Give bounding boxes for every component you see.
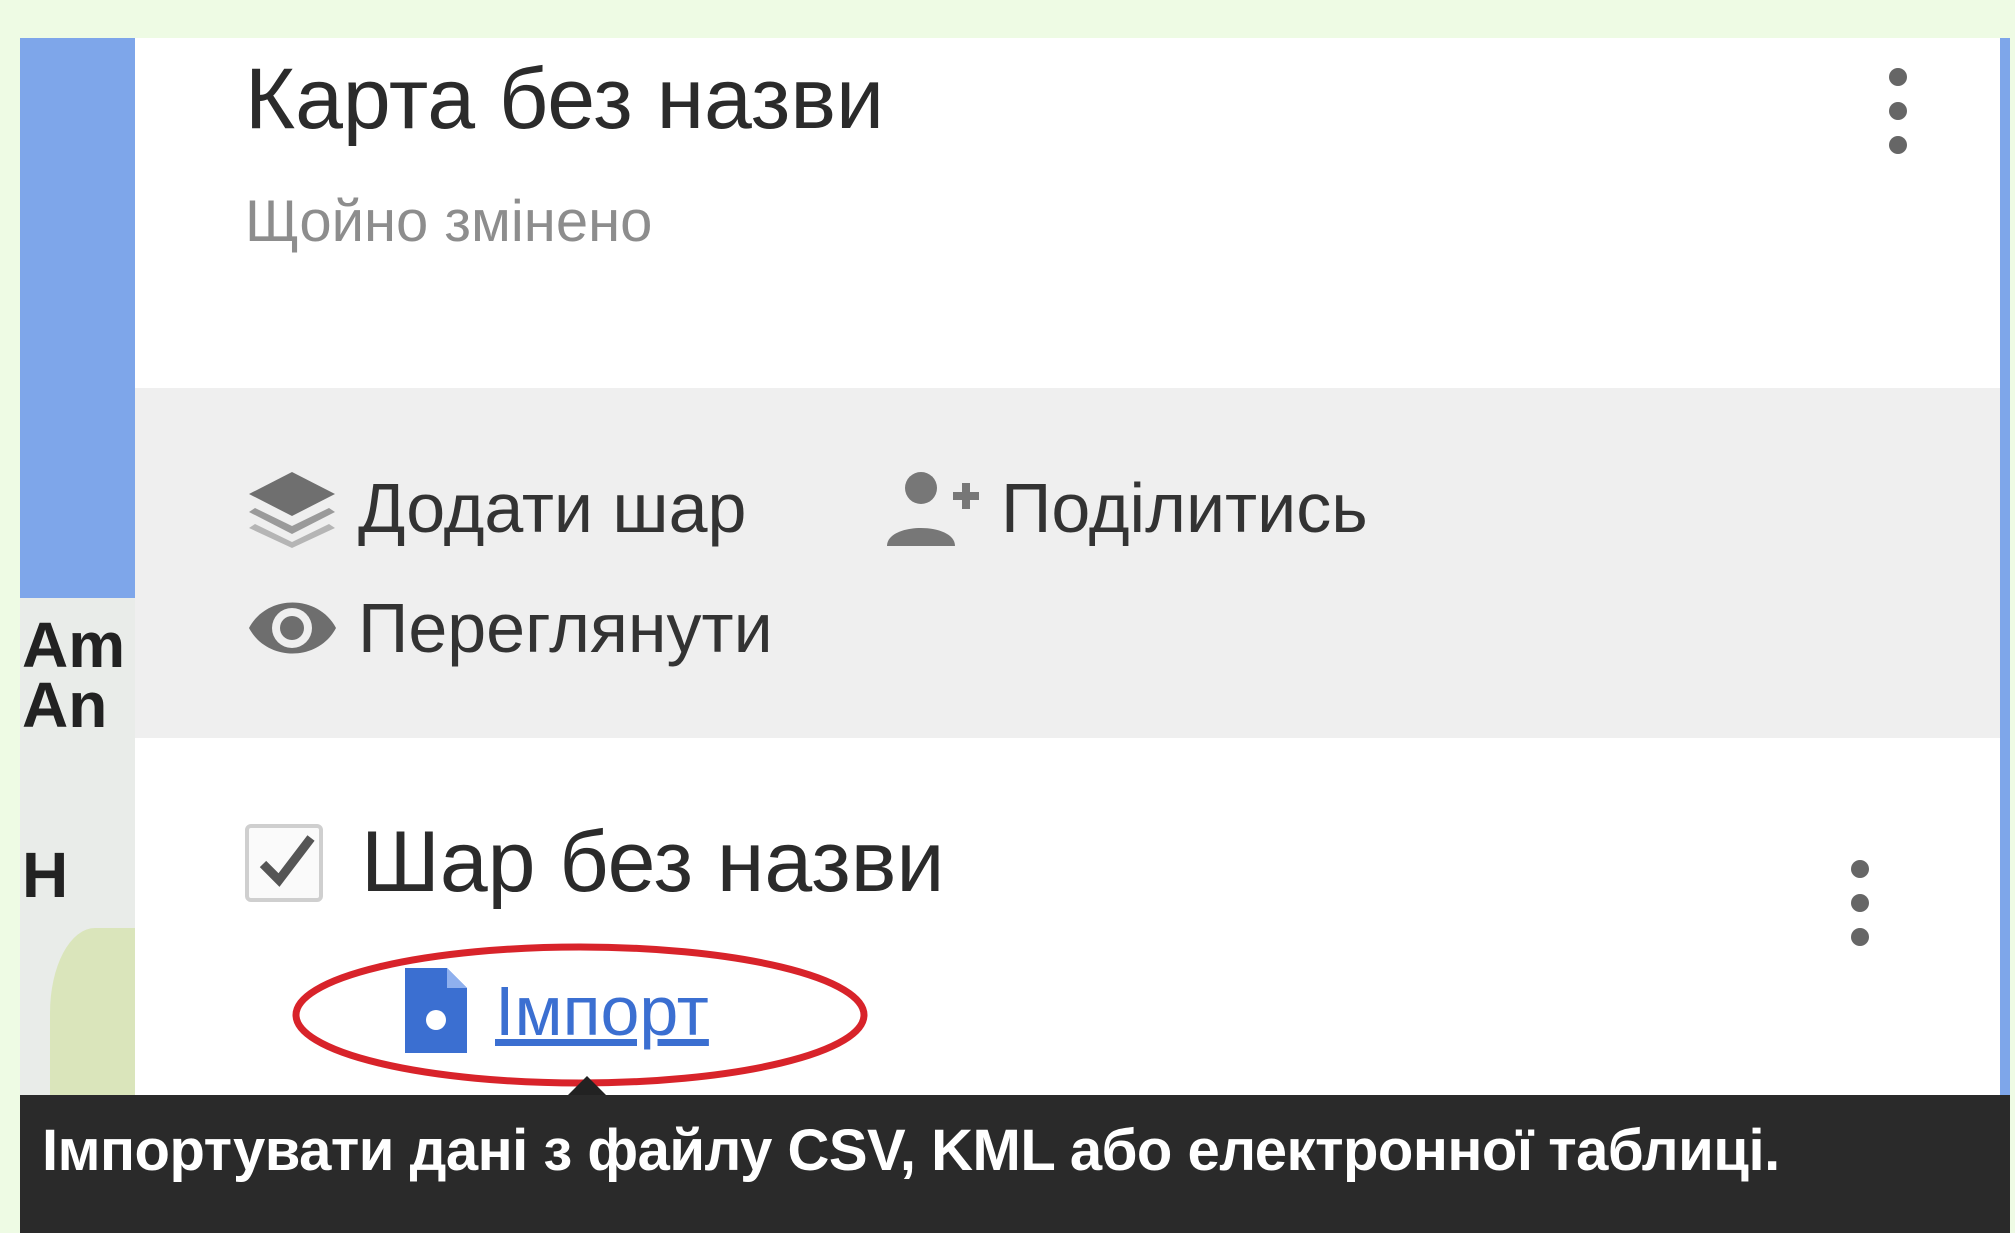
layer-title[interactable]: Шар без назви bbox=[361, 813, 944, 912]
add-layer-label: Додати шар bbox=[358, 469, 747, 547]
import-tooltip: Імпортувати дані з файлу CSV, KML або ел… bbox=[20, 1095, 2010, 1233]
layer-header: Шар без назви bbox=[245, 813, 944, 912]
preview-button[interactable]: Переглянути bbox=[245, 588, 773, 668]
map-title[interactable]: Карта без назви bbox=[245, 50, 884, 149]
last-edited-status: Щойно змінено bbox=[245, 189, 653, 254]
map-options-menu-button[interactable] bbox=[1878, 56, 1918, 166]
checkmark-icon bbox=[259, 834, 315, 887]
eye-icon bbox=[249, 602, 336, 654]
add-layer-button[interactable]: Додати шар bbox=[245, 468, 746, 548]
map-water bbox=[20, 38, 135, 598]
app-frame: Am An H Карта без назви Щойно змінено До… bbox=[20, 38, 2010, 1233]
layers-icon bbox=[249, 472, 335, 548]
more-vert-icon bbox=[1889, 68, 1907, 86]
map-background[interactable]: Am An H bbox=[20, 38, 135, 1098]
import-link-label: Імпорт bbox=[495, 971, 709, 1050]
file-import-icon bbox=[405, 968, 467, 1053]
preview-label: Переглянути bbox=[358, 589, 773, 667]
map-label: An bbox=[22, 669, 108, 741]
map-actions-toolbar: Додати шар Поділитись Переглянути bbox=[135, 388, 2000, 738]
more-vert-icon bbox=[1851, 860, 1869, 878]
share-button[interactable]: Поділитись bbox=[883, 468, 1368, 548]
map-coastline bbox=[50, 928, 135, 1098]
share-label: Поділитись bbox=[1001, 469, 1368, 547]
map-label: Am bbox=[22, 609, 126, 681]
person-add-icon bbox=[887, 472, 979, 546]
import-link-button[interactable]: Імпорт bbox=[405, 968, 709, 1053]
layer-options-menu-button[interactable] bbox=[1840, 848, 1880, 958]
tooltip-text: Імпортувати дані з файлу CSV, KML або ел… bbox=[42, 1118, 1780, 1183]
map-editor-panel: Карта без назви Щойно змінено Додати шар bbox=[135, 38, 2000, 1098]
map-label: H bbox=[22, 839, 69, 911]
layer-visibility-checkbox[interactable] bbox=[245, 823, 323, 902]
